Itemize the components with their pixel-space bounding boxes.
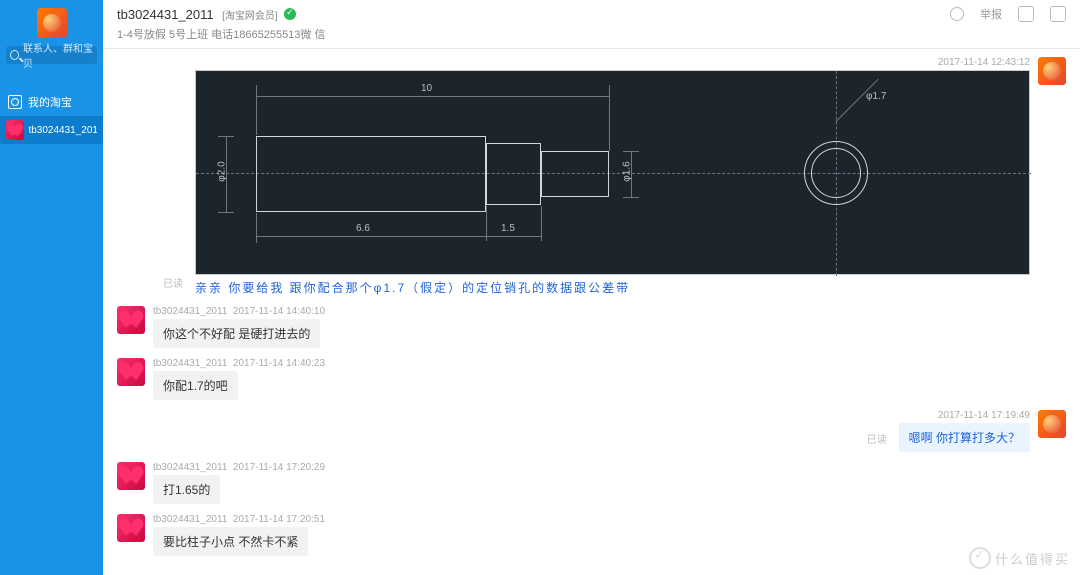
chat-area: 2017-11-14 12:43:12 <box>103 49 1080 575</box>
avatar-icon <box>6 120 24 140</box>
sender-name: tb3024431_2011 <box>153 358 227 369</box>
sender-name: tb3024431_2011 <box>153 514 227 525</box>
message-time: 2017-11-14 14:40:10 <box>233 306 325 317</box>
archive-icon[interactable] <box>1018 6 1034 22</box>
message-row: 2017-11-14 17:19:49 嗯啊 你打算打多大？ 已读 <box>117 410 1066 452</box>
message-row: tb3024431_2011 2017-11-14 14:40:23 你配1.7… <box>117 358 1066 400</box>
message-time: 2017-11-14 17:19:49 <box>899 410 1030 421</box>
sidebar-search[interactable]: 联系人、群和宝贝 <box>6 46 97 64</box>
section-label: 我的淘宝 <box>28 94 72 110</box>
sender-name: tb3024431_2011 <box>153 462 227 473</box>
contact-subtitle: 1-4号放假 5号上班 电话18665255513微 信 <box>117 26 325 42</box>
person-icon[interactable] <box>950 7 964 21</box>
watermark: 什么值得买 <box>969 547 1070 569</box>
message-bubble: 你这个不好配 是硬打进去的 <box>153 319 320 348</box>
avatar-me <box>1038 410 1066 438</box>
more-icon[interactable] <box>1050 6 1066 22</box>
dim-dia-right: φ1.6 <box>622 161 633 181</box>
avatar-them <box>117 358 145 386</box>
dim-step: 1.5 <box>501 223 515 234</box>
dim-main: 6.6 <box>356 223 370 234</box>
contact-label: tb3024431_2011 <box>28 125 97 136</box>
message-time: 2017-11-14 14:40:23 <box>233 358 325 369</box>
thumb-icon <box>969 547 991 569</box>
sender-name: tb3024431_2011 <box>153 306 227 317</box>
message-row: tb3024431_2011 2017-11-14 17:20:29 打1.65… <box>117 462 1066 504</box>
contact-name: tb3024431_2011 <box>117 7 214 22</box>
cad-drawing[interactable]: 10 6.6 1.5 φ2.0 <box>195 70 1030 275</box>
message-row: tb3024431_2011 2017-11-14 14:40:10 你这个不好… <box>117 306 1066 348</box>
search-icon <box>10 50 19 60</box>
message-bubble: 打1.65的 <box>153 475 220 504</box>
sidebar-section-mytaobao[interactable]: 我的淘宝 <box>0 88 103 116</box>
avatar-them <box>117 514 145 542</box>
message-bubble: 要比柱子小点 不然卡不紧 <box>153 527 308 556</box>
read-status: 已读 <box>163 275 183 290</box>
image-caption: 亲亲 你要给我 跟你配合那个φ1.7（假定）的定位销孔的数据跟公差带 <box>195 279 1030 296</box>
dim-dia-left: φ2.0 <box>217 161 228 181</box>
watermark-text: 什么值得买 <box>995 549 1070 568</box>
chat-header: tb3024431_2011 [淘宝网会员] 1-4号放假 5号上班 电话186… <box>103 0 1080 49</box>
app-logo <box>37 8 67 38</box>
avatar-me <box>1038 57 1066 85</box>
verified-icon <box>284 8 296 20</box>
message-time: 2017-11-14 17:20:29 <box>233 462 325 473</box>
message-bubble: 嗯啊 你打算打多大？ <box>899 423 1030 452</box>
message-time: 2017-11-14 17:20:51 <box>233 514 325 525</box>
avatar-them <box>117 306 145 334</box>
dim-circle: φ1.7 <box>866 91 886 102</box>
sidebar-item-contact[interactable]: tb3024431_2011 <box>0 116 103 144</box>
contact-tag: [淘宝网会员] <box>222 11 278 22</box>
store-icon <box>8 95 22 109</box>
read-status: 已读 <box>867 431 887 446</box>
message-row: tb3024431_2011 2017-11-14 17:20:51 要比柱子小… <box>117 514 1066 556</box>
message-bubble: 你配1.7的吧 <box>153 371 238 400</box>
message-time: 2017-11-14 12:43:12 <box>195 57 1030 68</box>
search-placeholder: 联系人、群和宝贝 <box>23 40 93 70</box>
report-button[interactable]: 举报 <box>980 6 1002 22</box>
dim-length: 10 <box>421 83 432 94</box>
message-row: 2017-11-14 12:43:12 <box>117 57 1066 296</box>
avatar-them <box>117 462 145 490</box>
